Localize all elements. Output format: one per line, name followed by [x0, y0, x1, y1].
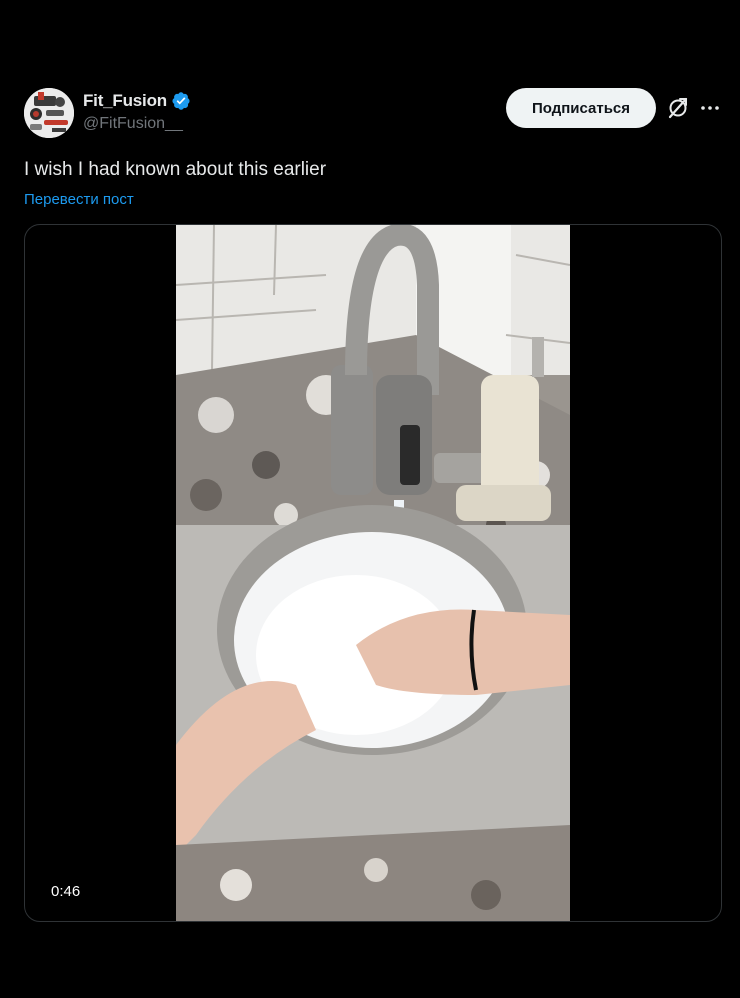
post-text: I wish I had known about this earlier — [24, 159, 327, 180]
video-frame[interactable] — [176, 225, 570, 921]
tweet-page: Fit_Fusion @FitFusion__ Подписаться I wi… — [0, 0, 740, 998]
translate-post-link[interactable]: Перевести пост — [24, 191, 134, 208]
grok-icon[interactable] — [666, 96, 690, 120]
video-thumbnail — [176, 225, 570, 921]
display-name[interactable]: Fit_Fusion — [83, 91, 167, 111]
video-duration: 0:46 — [51, 883, 81, 900]
avatar-image — [24, 88, 74, 138]
verified-badge-icon[interactable] — [171, 91, 191, 111]
avatar[interactable] — [24, 88, 74, 138]
tweet-header: Fit_Fusion @FitFusion__ Подписаться — [24, 86, 724, 142]
author-block: Fit_Fusion @FitFusion__ — [83, 90, 191, 133]
video-player[interactable]: 0:46 — [24, 224, 722, 922]
subscribe-button[interactable]: Подписаться — [506, 88, 656, 128]
handle[interactable]: @FitFusion__ — [83, 115, 191, 133]
more-icon[interactable] — [698, 96, 722, 120]
